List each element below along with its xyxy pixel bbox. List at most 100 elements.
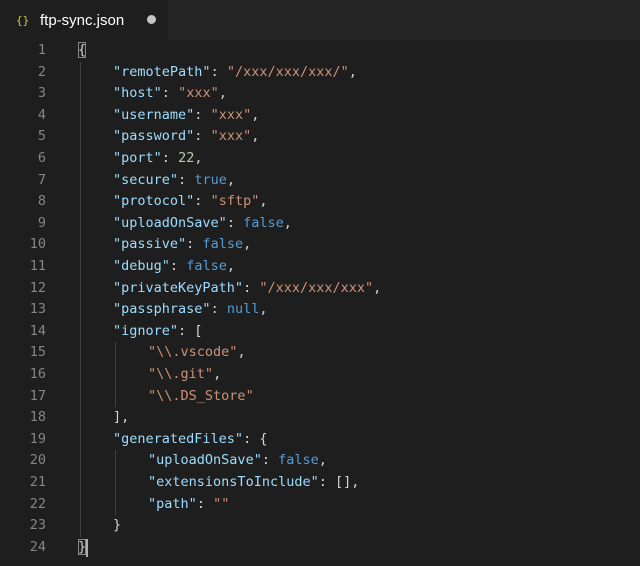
code-line[interactable]: 22 "path": "" — [0, 494, 640, 516]
code-text: "password": "xxx", — [113, 126, 259, 148]
line-number: 14 — [29, 322, 46, 339]
code-token: : — [178, 171, 195, 188]
code-line[interactable]: 20 "uploadOnSave": false, — [0, 450, 640, 472]
code-text: "secure": true, — [113, 170, 235, 192]
line-number: 1 — [37, 42, 46, 58]
code-token: false — [202, 236, 244, 253]
code-token: "remotePath" — [113, 63, 211, 80]
code-line[interactable]: 13 "passphrase": null, — [0, 299, 640, 321]
code-token: : — [194, 128, 211, 145]
json-file-icon: {} — [16, 13, 30, 27]
code-line[interactable]: 17 "\\.DS_Store" — [0, 386, 640, 408]
code-token: , — [283, 214, 292, 231]
code-line[interactable]: 18], — [0, 407, 640, 429]
code-line[interactable]: 8 "protocol": "sftp", — [0, 191, 640, 213]
line-number: 15 — [29, 344, 46, 361]
line-number: 12 — [29, 279, 46, 296]
code-token: "debug" — [113, 258, 170, 274]
code-token: "xxx" — [210, 128, 252, 145]
tab-ftp-sync-json[interactable]: {} ftp-sync.json — [0, 0, 168, 40]
code-token: "" — [213, 495, 230, 512]
code-text: "privateKeyPath": "/xxx/xxx/xxx", — [113, 278, 381, 300]
code-token: false — [278, 452, 319, 469]
code-token: "/xxx/xxx/xxx/" — [226, 63, 349, 80]
code-token: , — [226, 171, 235, 188]
code-line[interactable]: 7 "secure": true, — [0, 170, 640, 192]
code-line[interactable]: 9 "uploadOnSave": false, — [0, 213, 640, 235]
code-token: : — [226, 214, 244, 231]
code-token: , — [318, 452, 327, 469]
code-line[interactable]: 6 "port": 22, — [0, 148, 640, 170]
code-token: "sftp" — [210, 193, 260, 210]
code-token: : — [243, 279, 260, 296]
code-token: "password" — [113, 128, 195, 145]
code-text: "remotePath": "/xxx/xxx/xxx/", — [113, 62, 357, 84]
code-line[interactable]: 2 "remotePath": "/xxx/xxx/xxx/", — [0, 62, 640, 84]
code-token: , — [259, 301, 268, 318]
code-token: , — [226, 258, 235, 274]
code-token: } — [113, 517, 122, 534]
text-cursor — [86, 538, 88, 557]
code-token: "\\.DS_Store" — [148, 387, 254, 404]
line-number: 8 — [37, 193, 46, 210]
code-token: "passive" — [113, 236, 187, 253]
code-token: "host" — [113, 85, 162, 102]
code-token: "xxx" — [210, 106, 252, 123]
code-token: "ignore" — [113, 322, 179, 339]
code-token: "uploadOnSave" — [148, 452, 262, 469]
code-token: , — [348, 63, 357, 80]
code-line[interactable]: 24} — [0, 537, 640, 559]
code-line[interactable]: 3 "host": "xxx", — [0, 83, 640, 105]
code-token: "uploadOnSave" — [113, 214, 227, 231]
code-token: : — [161, 150, 179, 166]
code-token: : — [210, 301, 227, 318]
code-line[interactable]: 14 "ignore": [ — [0, 321, 640, 343]
code-text: "uploadOnSave": false, — [113, 213, 292, 235]
code-token: , — [251, 128, 260, 145]
code-line[interactable]: 23} — [0, 515, 640, 537]
code-token: : { — [243, 430, 268, 447]
line-number: 7 — [37, 171, 46, 188]
code-line[interactable]: 19 "generatedFiles": { — [0, 429, 640, 451]
line-number: 23 — [29, 517, 46, 534]
code-token: , — [243, 236, 252, 253]
code-token: null — [226, 301, 260, 318]
line-number: 19 — [29, 430, 46, 447]
code-line[interactable]: 5 "password": "xxx", — [0, 126, 640, 148]
line-number: 6 — [37, 150, 46, 166]
code-token: true — [194, 171, 227, 188]
tab-title: ftp-sync.json — [40, 11, 125, 29]
code-line[interactable]: 12 "privateKeyPath": "/xxx/xxx/xxx", — [0, 278, 640, 300]
code-token: , — [251, 106, 260, 123]
code-line[interactable]: 4 "username": "xxx", — [0, 105, 640, 127]
code-line[interactable]: 10 "passive": false, — [0, 234, 640, 256]
code-text: "path": "" — [148, 494, 229, 516]
code-token: "username" — [113, 106, 195, 123]
code-text: "host": "xxx", — [113, 83, 227, 105]
code-token: : — [261, 452, 279, 469]
code-token: { — [78, 42, 87, 58]
code-token: "extensionsToInclude" — [148, 474, 319, 490]
code-text: ], — [113, 407, 129, 429]
code-text: { — [78, 40, 87, 62]
code-text: } — [78, 537, 87, 559]
code-line[interactable]: 16 "\\.git", — [0, 364, 640, 386]
code-token: "xxx" — [178, 85, 219, 102]
code-token: } — [78, 538, 87, 555]
code-line[interactable]: 11 "debug": false, — [0, 256, 640, 278]
code-line[interactable]: 15 "\\.vscode", — [0, 342, 640, 364]
line-number: 17 — [29, 387, 46, 404]
code-token: "generatedFiles" — [113, 430, 244, 447]
code-token: : — [194, 193, 211, 210]
code-editor[interactable]: 1{2 "remotePath": "/xxx/xxx/xxx/", 3 "host"… — [0, 40, 640, 566]
code-token: , — [259, 193, 268, 210]
code-line[interactable]: 21 "extensionsToInclude": [], — [0, 472, 640, 494]
line-number: 21 — [29, 474, 46, 490]
code-text: "generatedFiles": { — [113, 429, 267, 451]
code-text: "uploadOnSave": false, — [148, 450, 327, 472]
code-token: "secure" — [113, 171, 179, 188]
unsaved-dot-icon[interactable] — [147, 15, 156, 24]
code-token: "/xxx/xxx/xxx" — [259, 279, 374, 296]
line-number: 2 — [37, 63, 46, 80]
code-line[interactable]: 1{ — [0, 40, 640, 62]
